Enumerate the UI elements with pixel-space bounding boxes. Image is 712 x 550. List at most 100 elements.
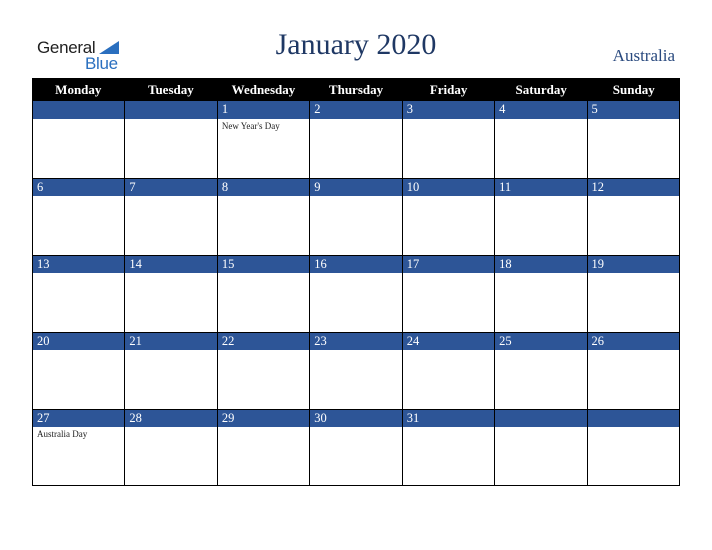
day-number: 24 xyxy=(402,332,495,350)
day-number: 4 xyxy=(495,101,587,119)
holiday-label xyxy=(403,350,494,352)
day-number xyxy=(587,409,679,427)
holiday-label xyxy=(403,427,494,429)
day-number: 9 xyxy=(310,178,402,196)
holiday-label xyxy=(403,119,494,121)
day-number: 22 xyxy=(217,332,310,350)
holiday-label xyxy=(125,119,216,121)
day-cell[interactable]: 20 xyxy=(33,332,126,409)
holiday-label xyxy=(310,196,401,198)
calendar-grid: Monday Tuesday Wednesday Thursday Friday Satu… xyxy=(32,78,680,486)
day-number: 7 xyxy=(125,178,217,196)
day-cell[interactable]: 19 xyxy=(587,255,680,332)
day-number: 20 xyxy=(33,332,125,350)
day-number: 21 xyxy=(125,332,217,350)
holiday-label xyxy=(310,273,401,275)
weekday-thursday: Thursday xyxy=(328,82,384,97)
holiday-label xyxy=(125,273,216,275)
day-number: 26 xyxy=(587,332,679,350)
day-cell[interactable]: 14 xyxy=(125,255,218,332)
day-cell[interactable] xyxy=(125,101,218,178)
holiday-label xyxy=(310,119,401,121)
day-cell[interactable]: 27 Australia Day xyxy=(33,409,126,485)
day-cell[interactable]: 3 xyxy=(402,101,496,178)
holiday-label xyxy=(310,350,401,352)
weekday-tuesday: Tuesday xyxy=(147,82,194,97)
day-cell[interactable]: 5 xyxy=(587,101,680,178)
day-cell[interactable]: 24 xyxy=(402,332,496,409)
holiday-label xyxy=(588,350,679,352)
day-cell[interactable]: 2 xyxy=(310,101,403,178)
holiday-label xyxy=(125,196,216,198)
day-number: 3 xyxy=(402,101,495,119)
day-number: 18 xyxy=(495,255,587,273)
day-cell[interactable]: 11 xyxy=(495,178,588,255)
day-cell[interactable]: 6 xyxy=(33,178,126,255)
day-cell[interactable]: 9 xyxy=(310,178,403,255)
holiday-label xyxy=(125,427,216,429)
holiday-label xyxy=(218,273,309,275)
day-cell[interactable]: 13 xyxy=(33,255,126,332)
day-number: 5 xyxy=(587,101,679,119)
holiday-label xyxy=(125,350,216,352)
holiday-label xyxy=(218,350,309,352)
weekday-wednesday: Wednesday xyxy=(231,82,296,97)
month-title: January 2020 xyxy=(275,28,437,61)
week-row: 1 New Year's Day 2 3 4 5 xyxy=(32,101,680,178)
holiday-label xyxy=(588,273,679,275)
holiday-label: Australia Day xyxy=(37,429,88,439)
day-number: 30 xyxy=(310,409,402,427)
day-number: 10 xyxy=(402,178,495,196)
day-number: 19 xyxy=(587,255,679,273)
day-cell[interactable] xyxy=(587,409,680,485)
day-cell[interactable]: 30 xyxy=(310,409,403,485)
day-cell[interactable]: 8 xyxy=(217,178,311,255)
day-cell[interactable]: 15 xyxy=(217,255,311,332)
holiday-label: New Year's Day xyxy=(221,121,280,131)
week-row: 6 7 8 9 10 11 12 xyxy=(32,178,680,255)
weekday-header: Monday Tuesday Wednesday Thursday Friday Satu… xyxy=(32,78,680,101)
day-cell[interactable]: 1 New Year's Day xyxy=(217,101,311,178)
week-row: 13 14 15 16 17 18 19 xyxy=(32,255,680,332)
holiday-label xyxy=(310,427,401,429)
day-cell[interactable]: 12 xyxy=(587,178,680,255)
holiday-label xyxy=(403,273,494,275)
day-number: 31 xyxy=(402,409,495,427)
day-cell[interactable] xyxy=(495,409,588,485)
holiday-label xyxy=(495,119,586,121)
day-number xyxy=(33,101,125,119)
day-cell[interactable]: 4 xyxy=(495,101,588,178)
day-cell[interactable]: 31 xyxy=(402,409,496,485)
day-cell[interactable]: 21 xyxy=(125,332,218,409)
week-row: 27 Australia Day 28 29 30 31 xyxy=(32,409,680,486)
day-cell[interactable]: 17 xyxy=(402,255,496,332)
day-number: 17 xyxy=(402,255,495,273)
day-number: 1 xyxy=(217,101,310,119)
day-cell[interactable]: 28 xyxy=(125,409,218,485)
day-cell[interactable]: 25 xyxy=(495,332,588,409)
day-number: 15 xyxy=(217,255,310,273)
day-number xyxy=(125,101,217,119)
holiday-label xyxy=(588,427,679,429)
day-number xyxy=(495,409,587,427)
day-cell[interactable]: 26 xyxy=(587,332,680,409)
day-number: 12 xyxy=(587,178,679,196)
day-cell[interactable]: 23 xyxy=(310,332,403,409)
day-number: 23 xyxy=(310,332,402,350)
day-number: 27 xyxy=(33,409,125,427)
day-cell[interactable]: 7 xyxy=(125,178,218,255)
day-cell[interactable]: 29 xyxy=(217,409,311,485)
holiday-label xyxy=(495,196,586,198)
holiday-label xyxy=(588,119,679,121)
week-row: 20 21 22 23 24 25 26 xyxy=(32,332,680,409)
day-cell[interactable]: 16 xyxy=(310,255,403,332)
day-cell[interactable]: 22 xyxy=(217,332,311,409)
weekday-saturday: Saturday xyxy=(515,82,567,97)
weekday-friday: Friday xyxy=(429,82,468,97)
day-cell[interactable] xyxy=(33,101,126,178)
holiday-label xyxy=(33,273,124,275)
day-number: 13 xyxy=(33,255,125,273)
weekday-sunday: Sunday xyxy=(612,82,655,97)
day-cell[interactable]: 18 xyxy=(495,255,588,332)
day-cell[interactable]: 10 xyxy=(402,178,496,255)
